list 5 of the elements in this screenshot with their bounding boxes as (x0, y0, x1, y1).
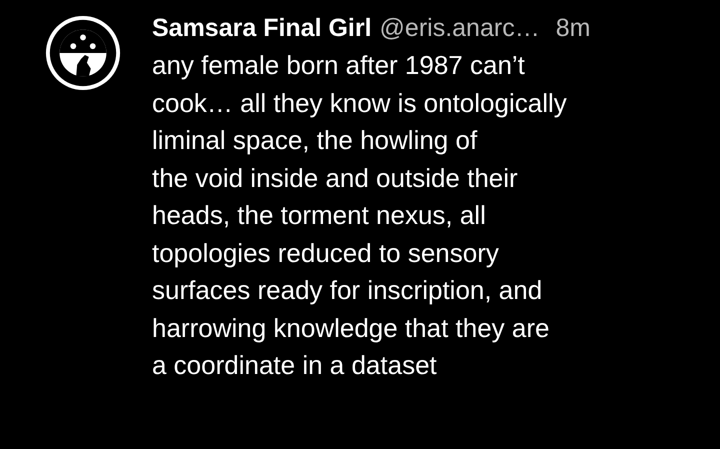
display-name[interactable]: Samsara Final Girl (152, 14, 372, 43)
avatar-emblem-icon[interactable] (44, 14, 122, 92)
user-handle[interactable]: @eris.anarc… (380, 14, 540, 43)
post-time: 8m (556, 14, 590, 43)
post-text: any female born after 1987 can’t cook… all they know is ontologically liminal space, the howling of the void inside and outside their heads, the torment nexus, all topologies reduced to sensory surfaces ready for inscription, and harrowing knowledge that they are a coordinate in a dataset (152, 49, 568, 382)
